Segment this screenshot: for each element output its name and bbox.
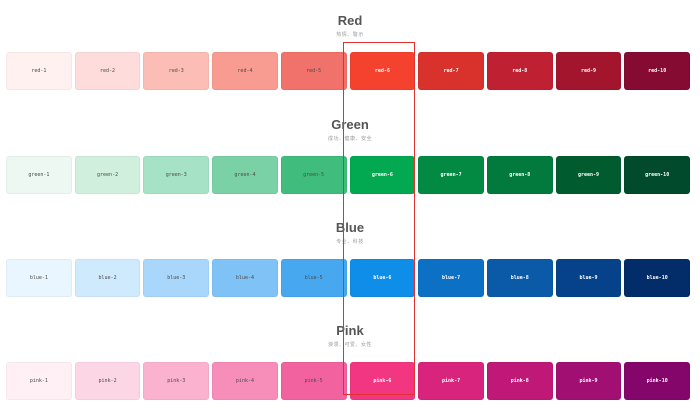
- swatch-red-5[interactable]: red-5: [280, 52, 347, 90]
- swatch-red-7[interactable]: red-7: [418, 52, 484, 90]
- palette-title: Green: [331, 117, 369, 132]
- swatch-green-4[interactable]: green-4: [212, 156, 278, 194]
- swatch-red-8[interactable]: red-8: [486, 52, 553, 90]
- swatch-blue-5[interactable]: blue-5: [280, 259, 347, 297]
- swatch-blue-4[interactable]: blue-4: [212, 259, 278, 297]
- swatch-green-9[interactable]: green-9: [555, 156, 622, 194]
- swatch-green-6[interactable]: green-6: [349, 156, 416, 194]
- swatch-pink-2[interactable]: pink-2: [74, 362, 141, 400]
- swatch-green-10[interactable]: green-10: [624, 156, 691, 194]
- palette-subtitle: 成功、健康、安全: [327, 136, 372, 142]
- palette-subtitle: 专业、科技: [336, 239, 364, 245]
- palette-subtitle: 浪漫、可爱、女性: [327, 342, 372, 348]
- swatch-blue-7[interactable]: blue-7: [418, 259, 484, 297]
- swatch-red-1[interactable]: red-1: [6, 52, 72, 90]
- swatch-red-4[interactable]: red-4: [212, 52, 278, 90]
- swatch-pink-9[interactable]: pink-9: [555, 362, 622, 400]
- swatch-green-8[interactable]: green-8: [486, 156, 553, 194]
- swatch-pink-3[interactable]: pink-3: [143, 362, 210, 400]
- swatch-row: pink-1 pink-2 pink-3 pink-4 pink-5 pink-…: [6, 362, 691, 400]
- swatch-red-9[interactable]: red-9: [555, 52, 622, 90]
- swatch-red-10[interactable]: red-10: [624, 52, 691, 90]
- swatch-blue-3[interactable]: blue-3: [143, 259, 210, 297]
- palette-title: Red: [337, 13, 363, 28]
- swatch-red-6[interactable]: red-6: [349, 52, 416, 90]
- swatch-row: red-1 red-2 red-3 red-4 red-5 red-6 red-…: [6, 52, 691, 90]
- swatch-pink-7[interactable]: pink-7: [418, 362, 484, 400]
- swatch-pink-4[interactable]: pink-4: [212, 362, 278, 400]
- palette-subtitle: 热情、警示: [336, 32, 364, 38]
- swatch-green-3[interactable]: green-3: [143, 156, 210, 194]
- swatch-blue-6[interactable]: blue-6: [349, 259, 416, 297]
- swatch-green-7[interactable]: green-7: [418, 156, 484, 194]
- swatch-green-1[interactable]: green-1: [6, 156, 72, 194]
- swatch-pink-10[interactable]: pink-10: [624, 362, 691, 400]
- swatch-pink-5[interactable]: pink-5: [280, 362, 347, 400]
- swatch-blue-9[interactable]: blue-9: [555, 259, 622, 297]
- swatch-blue-1[interactable]: blue-1: [6, 259, 72, 297]
- swatch-pink-1[interactable]: pink-1: [6, 362, 72, 400]
- swatch-pink-6[interactable]: pink-6: [349, 362, 416, 400]
- swatch-blue-2[interactable]: blue-2: [74, 259, 141, 297]
- palette-title: Pink: [336, 323, 364, 338]
- swatch-red-2[interactable]: red-2: [74, 52, 141, 90]
- swatch-green-2[interactable]: green-2: [74, 156, 141, 194]
- swatch-row: blue-1 blue-2 blue-3 blue-4 blue-5 blue-…: [6, 259, 691, 297]
- swatch-pink-8[interactable]: pink-8: [486, 362, 553, 400]
- palette-title: Blue: [335, 220, 365, 235]
- swatch-green-5[interactable]: green-5: [280, 156, 347, 194]
- swatch-blue-8[interactable]: blue-8: [486, 259, 553, 297]
- swatch-red-3[interactable]: red-3: [143, 52, 210, 90]
- swatch-blue-10[interactable]: blue-10: [624, 259, 691, 297]
- swatch-row: green-1 green-2 green-3 green-4 green-5 …: [6, 156, 691, 194]
